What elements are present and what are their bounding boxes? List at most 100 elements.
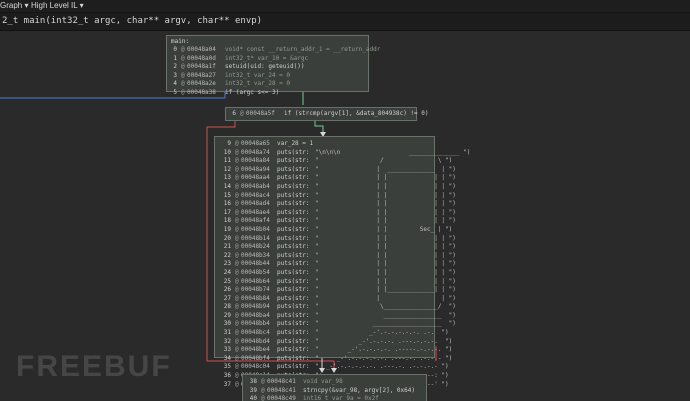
il-line[interactable]: 11 @00048a84 puts(str: " / \ "): [215, 157, 453, 166]
line-address: 00048a38: [187, 88, 216, 96]
il-line[interactable]: 34 @00048bf4 puts(str: " _-'.-.-.-.-.-. .-…: [215, 354, 453, 364]
line-code: puts(str:: [277, 217, 314, 225]
block-main[interactable]: main: 0 @00048a04 void* const __return_add…: [166, 35, 380, 96]
at-sign: @: [235, 182, 239, 190]
at-sign: @: [181, 46, 185, 53]
line-address: 00048a1f: [187, 63, 216, 71]
at-sign: @: [261, 395, 265, 401]
graph-canvas[interactable]: main: 0 @00048a04 void* const __return_add…: [0, 31, 690, 401]
il-line[interactable]: 14 @00048ab4 puts(str: " | | | | "): [215, 182, 456, 192]
il-line[interactable]: 23 @00048b44 puts(str: " | | | | "): [215, 260, 456, 269]
line-index: 18: [223, 217, 231, 225]
line-index: 14: [223, 182, 231, 190]
at-sign: @: [235, 251, 239, 259]
block-banner-puts[interactable]: 9 @00048a65 var_28 = 1 10 @00048a74 puts(str:…: [214, 136, 471, 388]
view-graph-dropdown[interactable]: Graph ▾: [0, 1, 28, 10]
line-code: puts(str:: [277, 277, 314, 285]
function-signature[interactable]: 2_t main(int32_t argc, char** argv, char…: [0, 13, 690, 31]
il-line[interactable]: 2 @00048a1f setuid(uid: geteuid()): [167, 63, 368, 72]
il-line[interactable]: 12 @00048a94 puts(str: " | _____________ |…: [215, 165, 456, 175]
line-address: 00048a94: [241, 165, 270, 173]
line-address: 00048a65: [241, 140, 270, 147]
il-line[interactable]: 0 @00048a04 void* const __return_addr_1 = …: [167, 46, 380, 55]
line-address: 00048a0d: [187, 54, 216, 62]
il-line[interactable]: 13 @00048aa4 puts(str: " | | | | "): [215, 174, 456, 183]
puts-string: " | | | | "): [315, 208, 456, 216]
at-sign: @: [235, 311, 239, 319]
puts-string: " | | "): [315, 294, 456, 302]
line-code: puts(str:: [277, 337, 314, 345]
line-address: 00048c49: [267, 395, 296, 401]
at-sign: @: [235, 277, 239, 285]
puts-string: " | | | | "): [315, 217, 456, 225]
block-strncpy[interactable]: 38 @00048c41 void var_98 39 @00048c41 strncpy…: [242, 374, 427, 401]
il-line[interactable]: 26 @00048b74 puts(str: " | |_____________|…: [215, 286, 456, 295]
il-line[interactable]: 4 @00048a2e int32_t var_28 = 0: [167, 80, 368, 89]
il-line[interactable]: 21 @00048b24 puts(str: " | | | | "): [215, 243, 456, 252]
line-code: int32_t* var_10 = &argc: [225, 54, 309, 62]
il-line[interactable]: 30 @00048bb4 puts(str: " _________________…: [215, 320, 456, 329]
il-line[interactable]: 15 @00048ac4 puts(str: " | | | | "): [215, 192, 456, 201]
il-line[interactable]: 22 @00048b34 puts(str: " | | | | "): [215, 251, 456, 261]
il-line[interactable]: 16 @00048ad4 puts(str: " | | | | "): [215, 200, 456, 209]
line-code: void var_98: [303, 378, 343, 385]
il-line[interactable]: 10 @00048a74 puts(str: "\n\n\n ___________…: [215, 149, 471, 158]
puts-string: " _-'.-.-.-.-.-. .---.-. .-.-.- "): [315, 354, 453, 362]
il-line[interactable]: 31 @00048bc4 puts(str: " _-'.-.-.-.-.-. .-…: [215, 329, 449, 338]
line-address: 00048bf4: [241, 354, 270, 362]
il-line[interactable]: 1 @00048a0d int32_t* var_10 = &argc: [167, 55, 368, 64]
line-address: 00048bb4: [241, 320, 270, 328]
il-line[interactable]: 20 @00048b14 puts(str: " | | | | "): [215, 234, 456, 244]
il-line[interactable]: 17 @00048ae4 puts(str: " | | | | "): [215, 209, 456, 218]
il-line[interactable]: 6 @00048a5f if (strcmp(argv[1], &data_8049…: [226, 110, 428, 119]
line-address: 00048a84: [241, 157, 270, 165]
line-code: puts(str:: [277, 286, 314, 294]
il-line[interactable]: 38 @00048c41 void var_98: [243, 378, 426, 387]
puts-string: " | | | | "): [315, 200, 456, 208]
at-sign: @: [235, 354, 239, 362]
il-line[interactable]: 33 @00048be4 puts(str: " _-'.-.-.-.-. .---…: [215, 346, 453, 355]
line-code: puts(str:: [277, 260, 314, 268]
il-line[interactable]: 3 @00048a27 int32_t var_24 = 0: [167, 72, 368, 81]
il-line[interactable]: 27 @00048b84 puts(str: " | | "): [215, 294, 456, 304]
il-line[interactable]: 29 @00048ba4 puts(str: " ________________ …: [215, 311, 456, 321]
line-address: 00048a2e: [187, 80, 216, 88]
top-toolbar: Graph ▾ High Level IL ▾: [0, 0, 690, 13]
il-line[interactable]: 28 @00048b94 puts(str: " \_______________/…: [215, 303, 456, 312]
line-code: puts(str:: [277, 346, 314, 354]
il-line[interactable]: 25 @00048b64 puts(str: " | | | | "): [215, 277, 456, 287]
line-address: 00048b24: [241, 243, 270, 251]
line-address: 00048ba4: [241, 311, 270, 319]
at-sign: @: [235, 157, 239, 165]
line-address: 00048aa4: [241, 174, 270, 182]
line-index: 27: [223, 294, 231, 302]
il-line[interactable]: 24 @00048b54 puts(str: " | | | | "): [215, 268, 456, 278]
il-line[interactable]: 39 @00048c41 strncpy(&var_98, argv[2], 0x6…: [243, 387, 426, 396]
line-index: 1: [173, 54, 177, 62]
line-index: 33: [223, 346, 231, 354]
block-condition[interactable]: 6 @00048a5f if (strcmp(argv[1], &data_8049…: [225, 107, 429, 121]
line-code: strncpy(&var_98, argv[2], 0x64): [303, 386, 415, 394]
line-code: puts(str:: [277, 234, 314, 242]
at-sign: @: [181, 54, 185, 62]
line-code: int16_t var_9a = 0x2f: [303, 395, 379, 401]
il-line[interactable]: 18 @00048af4 puts(str: " | | | | "): [215, 217, 456, 226]
line-code: var_28 = 1: [277, 140, 314, 147]
il-line[interactable]: 19 @00048b04 puts(str: " | | Sec_ | "): [215, 226, 453, 235]
line-address: 00048b44: [241, 260, 270, 268]
puts-string: " | | | | "): [315, 268, 456, 276]
line-index: 32: [223, 337, 231, 345]
il-line[interactable]: 40 @00048c49 int16_t var_9a = 0x2f: [243, 395, 426, 401]
block-bottom-lines: 38 @00048c41 void var_98 39 @00048c41 strncpy…: [243, 378, 426, 401]
line-code: void* const __return_addr_1 = __return_a…: [225, 46, 381, 53]
il-line[interactable]: 5 @00048a38 if (argc s<= 3): [167, 89, 368, 98]
il-line[interactable]: 9 @00048a65 var_28 = 1: [215, 140, 434, 149]
il-line[interactable]: 35 @00048c04 puts(str: " _-'.-.-.-.-.-. .-…: [215, 363, 449, 372]
at-sign: @: [181, 71, 185, 79]
puts-string: " | |_____________| | "): [315, 286, 456, 294]
line-index: 0: [173, 46, 177, 53]
line-code: puts(str:: [277, 268, 314, 276]
il-level-dropdown[interactable]: High Level IL ▾: [31, 1, 84, 10]
at-sign: @: [235, 303, 239, 311]
il-line[interactable]: 32 @00048bd4 puts(str: " _-'.-.-.-. .---.-…: [215, 337, 453, 347]
